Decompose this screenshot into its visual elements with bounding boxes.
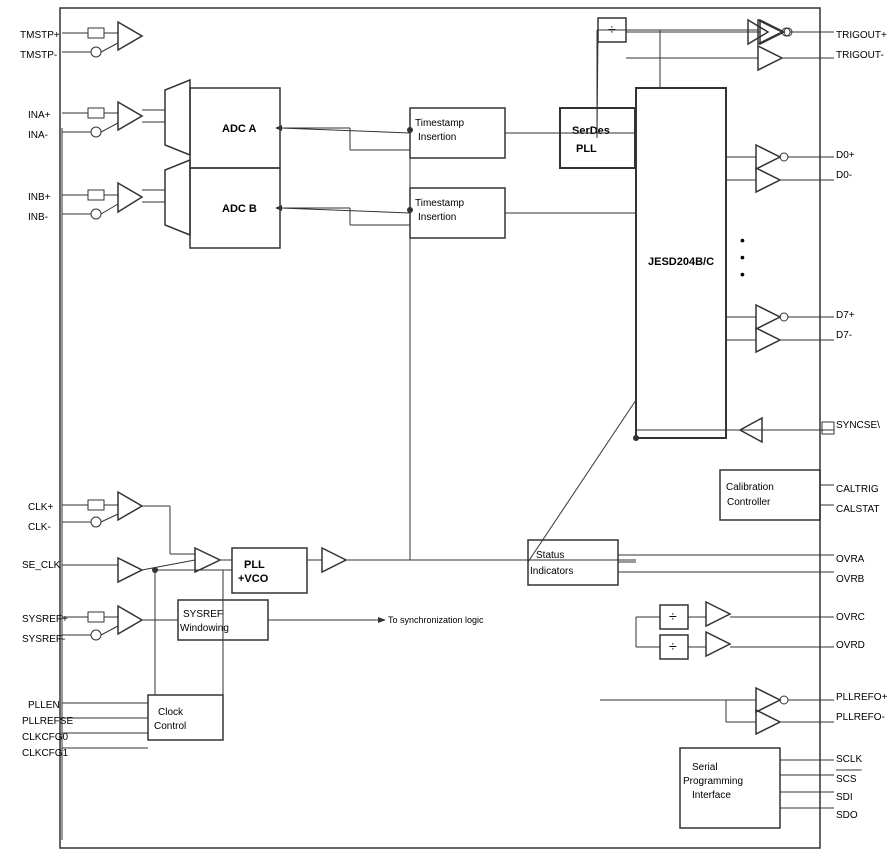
label-sysref-plus: SYSREF+ bbox=[22, 614, 68, 625]
divider-ovrd: ÷ bbox=[669, 638, 677, 654]
timestamp1-line2: Insertion bbox=[418, 132, 456, 143]
serial-prog-line2: Programming bbox=[683, 776, 743, 787]
label-scs: SCS bbox=[836, 774, 857, 785]
label-d0-minus: D0- bbox=[836, 170, 852, 181]
serdes-pll-line2: PLL bbox=[576, 143, 597, 155]
label-clk-minus: CLK- bbox=[28, 522, 51, 533]
label-ina-plus: INA+ bbox=[28, 110, 51, 121]
label-sdi: SDI bbox=[836, 792, 853, 803]
label-sdo: SDO bbox=[836, 810, 858, 821]
timestamp2-line2: Insertion bbox=[418, 212, 456, 223]
serial-prog-line3: Interface bbox=[692, 790, 731, 801]
label-ovrb: OVRB bbox=[836, 574, 865, 585]
label-tmstp-plus: TMSTP+ bbox=[20, 30, 60, 41]
label-sclk: SCLK bbox=[836, 754, 862, 765]
label-caltrig: CALTRIG bbox=[836, 484, 879, 495]
clock-ctrl-line2: Control bbox=[154, 721, 186, 732]
cal-controller-line1: Calibration bbox=[726, 482, 774, 493]
label-ovrc: OVRC bbox=[836, 612, 865, 623]
divider-symbol: ÷ bbox=[608, 21, 616, 37]
sysref-wind-line2: Windowing bbox=[180, 623, 229, 634]
jesd-label: JESD204B/C bbox=[648, 256, 714, 268]
timestamp2-line1: Timestamp bbox=[415, 198, 465, 209]
label-ovra: OVRA bbox=[836, 554, 865, 565]
label-pllrefo-minus: PLLREFO- bbox=[836, 712, 885, 723]
pll-vco-line2: +VCO bbox=[238, 573, 269, 585]
sync-logic-label: To synchronization logic bbox=[388, 615, 484, 625]
serial-prog-line1: Serial bbox=[692, 762, 718, 773]
dots-label: • bbox=[740, 232, 745, 248]
divider-ovrc: ÷ bbox=[669, 608, 677, 624]
adc-a-label: ADC A bbox=[222, 123, 256, 135]
label-d7-plus: D7+ bbox=[836, 310, 855, 321]
timestamp1-line1: Timestamp bbox=[415, 118, 465, 129]
label-inb-minus: INB- bbox=[28, 212, 48, 223]
block-diagram: TMSTP+ TMSTP- INA+ INA- INB+ INB- CLK+ C… bbox=[0, 0, 890, 860]
clock-ctrl-line1: Clock bbox=[158, 707, 184, 718]
label-se-clk: SE_CLK bbox=[22, 560, 61, 571]
label-syncse: SYNCSE\ bbox=[836, 420, 880, 431]
adc-b-label: ADC B bbox=[222, 203, 257, 215]
label-d7-minus: D7- bbox=[836, 330, 852, 341]
label-calstat: CALSTAT bbox=[836, 504, 880, 515]
cal-controller-line2: Controller bbox=[727, 497, 771, 508]
label-inb-plus: INB+ bbox=[28, 192, 51, 203]
serdes-pll-line1: SerDes bbox=[572, 125, 610, 137]
label-trigout-minus: TRIGOUT- bbox=[836, 50, 884, 61]
label-tmstp-minus: TMSTP- bbox=[20, 50, 57, 61]
label-ovrd: OVRD bbox=[836, 640, 865, 651]
label-clk-plus: CLK+ bbox=[28, 502, 53, 513]
label-ina-minus: INA- bbox=[28, 130, 48, 141]
pll-vco-line1: PLL bbox=[244, 559, 265, 571]
status-ind-line1: Status bbox=[536, 550, 564, 561]
svg-text:•: • bbox=[740, 266, 745, 282]
label-d0-plus: D0+ bbox=[836, 150, 855, 161]
label-pllrefo-plus: PLLREFO+ bbox=[836, 692, 888, 703]
svg-text:•: • bbox=[740, 249, 745, 265]
sysref-wind-line1: SYSREF bbox=[183, 609, 223, 620]
label-trigout-plus: TRIGOUT+ bbox=[836, 30, 887, 41]
status-ind-line2: Indicators bbox=[530, 566, 573, 577]
label-pllen: PLLEN bbox=[28, 700, 60, 711]
label-sysref-minus: SYSREF- bbox=[22, 634, 65, 645]
